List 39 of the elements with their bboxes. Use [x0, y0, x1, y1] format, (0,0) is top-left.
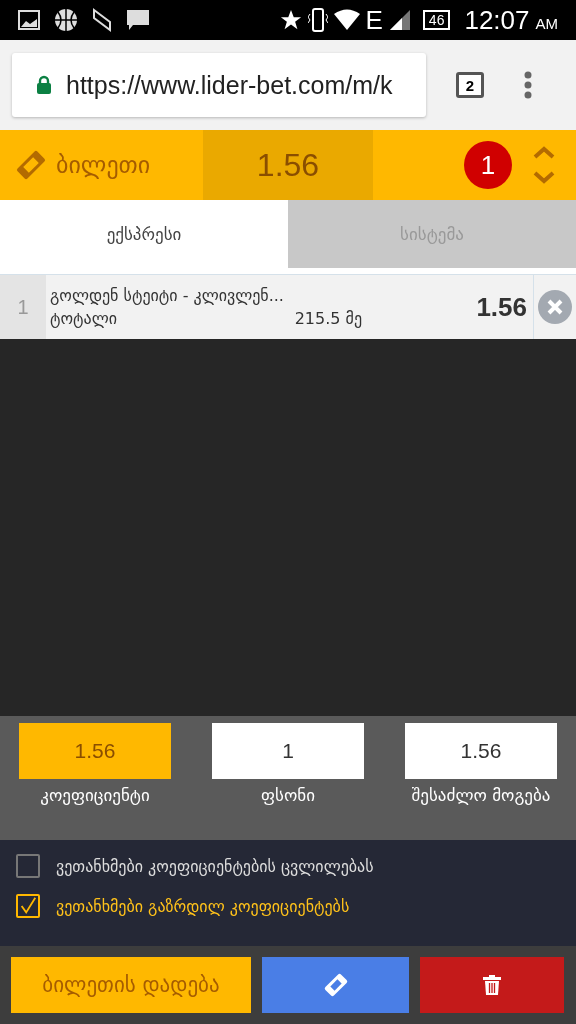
ticket-title: ბილეთი — [56, 151, 151, 179]
count-badge: 1 — [464, 141, 512, 189]
message-icon — [126, 9, 150, 31]
event-name: გოლდენ სტეიტი - კლივლენ... — [50, 286, 285, 305]
tab-count-button[interactable]: 2 — [456, 72, 484, 98]
star-icon — [279, 9, 302, 31]
basketball-icon — [54, 8, 78, 32]
odds-display: 1.56 — [19, 723, 171, 779]
option-label: ვეთანხმები კოეფიციენტების ცვლილებას — [56, 856, 374, 876]
input-field[interactable]: 1 — [212, 723, 364, 779]
checkbox[interactable] — [16, 894, 40, 918]
checkbox[interactable] — [16, 854, 40, 878]
ticket-header[interactable]: ბილეთი 1.56 1 — [0, 130, 576, 200]
selection: 215.5 მე — [294, 309, 362, 328]
lock-icon — [36, 75, 52, 95]
image-icon — [18, 10, 40, 30]
vibrate-icon — [307, 8, 328, 32]
option-label: ვეთანხმები გაზრდილ კოეფიციენტებს — [56, 896, 350, 916]
field-label: ფსონი — [261, 785, 315, 805]
more-menu-icon[interactable] — [524, 71, 532, 99]
paper-plane-icon — [92, 8, 112, 32]
ticket-button[interactable] — [262, 957, 409, 1013]
remove-icon[interactable] — [538, 290, 572, 324]
trash-icon — [483, 975, 501, 995]
battery-level: 46 — [422, 10, 451, 30]
input-field[interactable]: 1.56 — [405, 723, 557, 779]
expand-collapse-icon[interactable] — [532, 145, 556, 185]
network-type: E — [365, 4, 383, 36]
total-odds: 1.56 — [203, 130, 373, 200]
clock: 12:07 — [464, 4, 530, 36]
clock-period: AM — [535, 14, 558, 32]
bet-number: 1 — [0, 275, 46, 339]
wifi-icon — [333, 9, 360, 31]
signal-icon — [388, 9, 411, 31]
address-bar[interactable]: https://www.lider-bet.com/m/k — [12, 53, 426, 117]
field-label: შესაძლო მოგება — [411, 785, 551, 805]
market-name: ტოტალი — [50, 309, 117, 328]
delete-button[interactable] — [420, 957, 564, 1013]
field-label: კოეფიციენტი — [40, 785, 150, 805]
